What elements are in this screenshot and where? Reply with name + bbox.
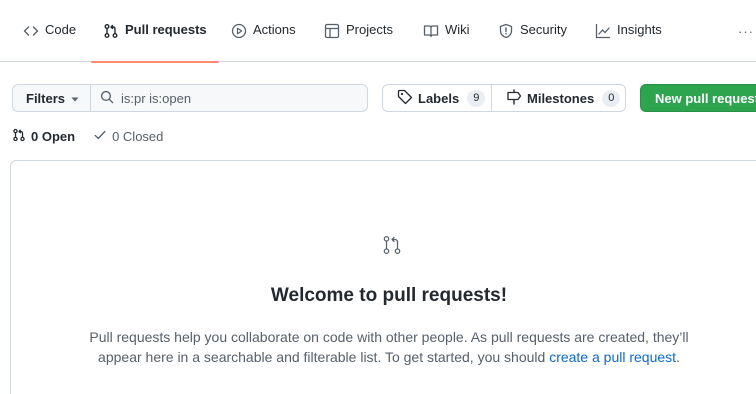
tab-pull-requests[interactable]: Pull requests [91, 22, 219, 63]
tab-label: Pull requests [125, 22, 207, 37]
git-pull-request-icon [103, 23, 119, 39]
shield-icon [498, 23, 514, 39]
book-icon [423, 23, 439, 39]
tab-projects[interactable]: Projects [324, 22, 393, 62]
labels-button[interactable]: Labels 9 [382, 84, 492, 112]
git-pull-request-icon [381, 234, 403, 256]
milestone-icon [506, 88, 522, 108]
tag-icon [397, 89, 413, 108]
tab-label: Insights [617, 22, 662, 37]
check-icon [93, 128, 107, 145]
labels-label: Labels [418, 90, 460, 106]
empty-state-panel: Welcome to pull requests! Pull requests … [10, 160, 756, 394]
description-end: . [676, 349, 680, 365]
milestones-button[interactable]: Milestones 0 [491, 84, 626, 112]
tab-label: Wiki [445, 22, 470, 37]
graph-icon [595, 23, 611, 39]
tab-insights[interactable]: Insights [595, 22, 662, 62]
tab-label: Actions [253, 22, 296, 37]
closed-count-label: 0 Closed [112, 128, 164, 144]
tab-label: Code [45, 22, 77, 37]
labels-count-badge: 9 [467, 89, 486, 107]
pr-state-filter: 0 Open 0 Closed [12, 128, 163, 144]
create-pull-request-link[interactable]: create a pull request [549, 349, 676, 365]
caret-down-icon [71, 91, 79, 106]
filters-label: Filters [26, 90, 66, 106]
open-prs-link[interactable]: 0 Open [12, 128, 75, 145]
empty-state-title: Welcome to pull requests! [270, 285, 508, 306]
closed-prs-link[interactable]: 0 Closed [93, 128, 163, 145]
filters-dropdown-button[interactable]: Filters [12, 84, 90, 112]
tab-label: Projects [346, 22, 393, 37]
new-pull-request-button[interactable]: New pull request [640, 84, 756, 112]
more-tabs-button[interactable]: ··· [738, 24, 754, 39]
tab-code[interactable]: Code [23, 22, 76, 62]
search-input[interactable] [121, 90, 361, 106]
play-icon [231, 23, 247, 39]
milestones-count-badge: 0 [602, 89, 621, 107]
table-icon [324, 23, 340, 39]
git-pull-request-icon [12, 128, 26, 145]
milestones-label: Milestones [527, 90, 595, 106]
open-count-label: 0 Open [31, 128, 76, 144]
code-icon [23, 23, 39, 39]
tab-label: Security [520, 22, 567, 37]
search-icon [100, 90, 114, 107]
tab-actions[interactable]: Actions [231, 22, 296, 62]
search-field[interactable] [90, 84, 368, 112]
tab-wiki[interactable]: Wiki [423, 22, 470, 62]
empty-state-description: Pull requests help you collaborate on co… [81, 327, 697, 367]
repo-tab-nav: Code Pull requests Actions Projects Wiki… [0, 0, 756, 63]
tab-security[interactable]: Security [498, 22, 567, 62]
